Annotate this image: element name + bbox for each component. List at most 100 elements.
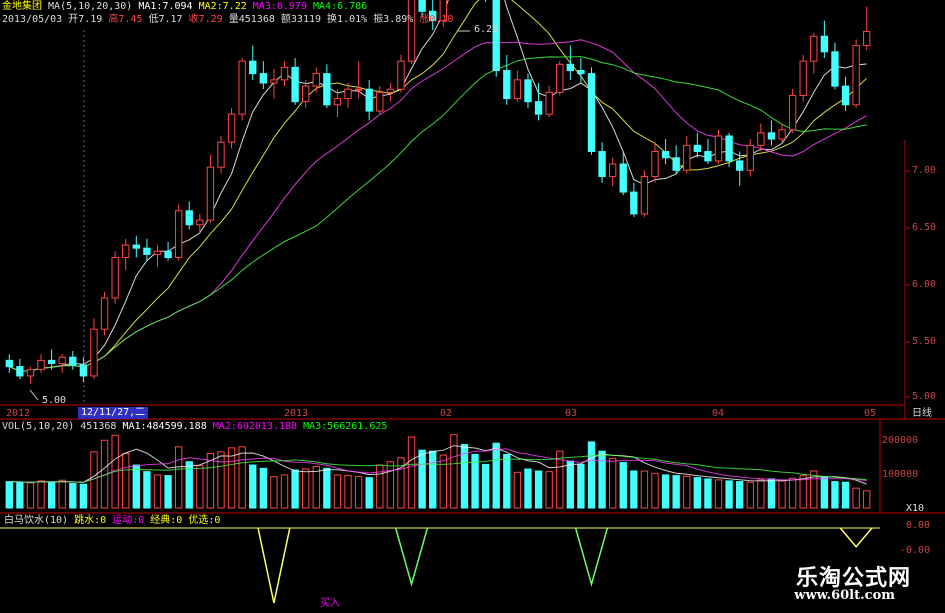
period-label[interactable]: 日线 xyxy=(912,408,932,420)
vol-ma2: MA2:602013.188 xyxy=(212,421,298,432)
date-label-05: 05 xyxy=(864,408,877,419)
indicator-item-2: 运动:0 xyxy=(112,515,145,526)
volume-bar xyxy=(58,479,66,509)
candle-body xyxy=(5,359,13,368)
candle-body xyxy=(249,60,257,75)
ma5-line xyxy=(9,0,867,372)
candle-body xyxy=(534,101,543,115)
candle-body xyxy=(725,135,733,162)
amplitude-value: 振3.89% xyxy=(373,14,414,25)
chart-header-row1: 金地集团 MA(5,10,20,30) MA1:7.094 MA2:7.22 M… xyxy=(2,1,367,13)
volume-bar xyxy=(291,469,299,509)
volume-bar xyxy=(386,461,395,509)
volume-bar xyxy=(26,482,35,509)
ind-axis-label: -0.00 xyxy=(900,545,931,556)
candle-body xyxy=(111,257,119,299)
volume-bar xyxy=(651,472,659,509)
candle-body xyxy=(376,91,384,112)
candle-body xyxy=(608,163,617,177)
candle-body xyxy=(174,210,183,259)
candle-body xyxy=(757,132,765,146)
volume-bar xyxy=(429,450,437,509)
volume-bar xyxy=(79,483,88,509)
volume-bar xyxy=(736,481,744,509)
ma30-line xyxy=(9,56,867,372)
volume-bar xyxy=(312,465,320,509)
vol-axis-label: 100000 xyxy=(882,469,919,480)
candle-body xyxy=(238,60,246,115)
volume-bar xyxy=(143,471,151,509)
candle-body xyxy=(185,210,193,226)
volume-bar xyxy=(598,450,606,509)
ma1-value: MA1:7.094 xyxy=(138,1,193,12)
volume-bar xyxy=(503,453,511,509)
candle-body xyxy=(704,151,712,162)
date-cursor-label: 12/11/27,二 xyxy=(78,407,149,419)
volume-bar xyxy=(852,487,860,509)
candle-body xyxy=(630,191,638,215)
volume-bar xyxy=(227,447,236,509)
price-axis-label: 6.00 xyxy=(912,279,937,290)
buy-signal-label: 买入 xyxy=(320,598,340,609)
volume-bar xyxy=(333,474,342,509)
price-axis-label: 7.00 xyxy=(912,165,937,176)
vol-unit-label: X10 xyxy=(906,503,925,514)
volume-bar xyxy=(217,451,225,509)
volume-header: VOL(5,10,20) 451368 MA1:484599.188 MA2:6… xyxy=(2,421,387,433)
candle-body xyxy=(672,157,680,171)
candle-body xyxy=(354,88,363,91)
date-label-04: 04 xyxy=(712,408,725,419)
change-value: 涨0.10 xyxy=(419,14,454,25)
candle-body xyxy=(153,250,162,255)
volume-bar xyxy=(407,436,416,509)
candle-body xyxy=(217,141,225,168)
volume-bar xyxy=(566,460,574,509)
date-label-02: 02 xyxy=(440,408,453,419)
candle-body xyxy=(26,369,35,377)
price-axis-label: 6.50 xyxy=(912,222,937,233)
candle-body xyxy=(831,51,839,87)
candle-body xyxy=(132,244,140,249)
candle-body xyxy=(333,98,342,106)
volume-bar xyxy=(302,468,310,509)
volume-bar xyxy=(841,481,850,509)
candle-body xyxy=(397,60,405,90)
turnover-value: 换1.01% xyxy=(327,14,368,25)
ma-params: MA(5,10,20,30) xyxy=(48,1,133,12)
min-price-leader xyxy=(29,389,39,401)
vol-value: 451368 xyxy=(80,421,117,432)
ma4-value: MA4:6.786 xyxy=(313,1,368,12)
candle-body xyxy=(545,91,553,115)
indicator-spike xyxy=(394,527,429,588)
candle-body xyxy=(47,359,56,364)
volume-bar xyxy=(524,468,532,509)
candle-body xyxy=(841,85,850,106)
candle-body xyxy=(227,113,236,143)
volume-value: 量451368 xyxy=(228,14,275,25)
indicator-item-4: 优选:0 xyxy=(188,515,221,526)
candle-body xyxy=(302,85,310,103)
candle-body xyxy=(513,79,522,100)
volume-bar xyxy=(619,461,627,509)
volume-bar xyxy=(757,479,765,509)
candle-body xyxy=(122,244,130,259)
candle-body xyxy=(386,88,395,93)
candle-body xyxy=(524,79,532,103)
volume-bar xyxy=(534,470,543,509)
volume-bar xyxy=(69,483,77,509)
high-price: 高7.45 xyxy=(108,14,143,25)
volume-bar xyxy=(778,480,786,509)
volume-bar xyxy=(418,449,426,509)
vol-axis-label: 200000 xyxy=(882,435,919,446)
candle-body xyxy=(143,247,151,255)
candle-body xyxy=(651,151,659,177)
candle-body xyxy=(407,0,416,62)
volume-bar xyxy=(820,477,829,509)
candle-body xyxy=(778,129,786,140)
candle-body xyxy=(280,66,289,81)
volume-bar xyxy=(153,474,162,509)
close-price: 收7.29 xyxy=(188,14,223,25)
ma2-value: MA2:7.22 xyxy=(198,1,247,12)
candle-body xyxy=(619,163,627,193)
volume-bar xyxy=(767,478,776,509)
